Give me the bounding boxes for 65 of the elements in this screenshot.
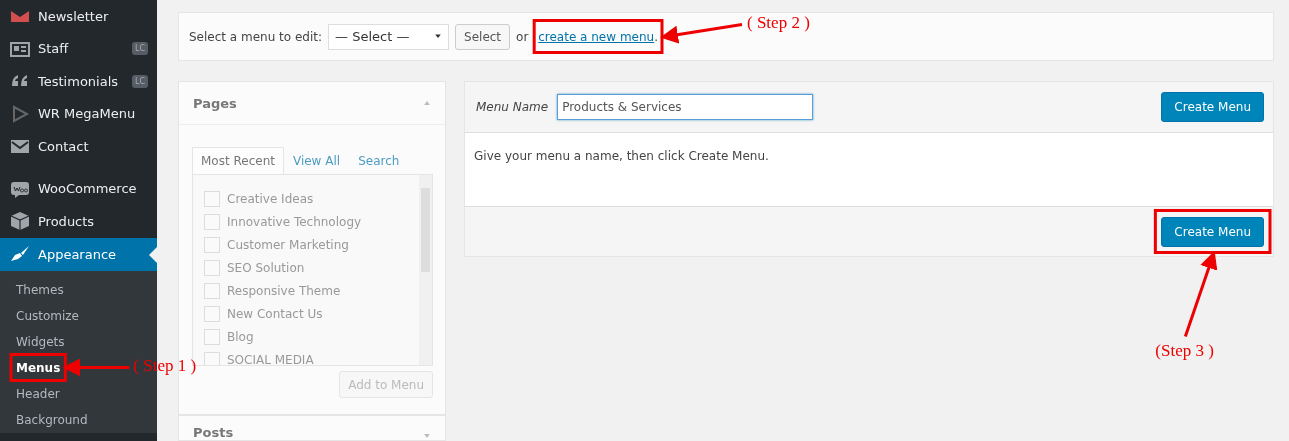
checkbox-label: Innovative Technology: [227, 214, 362, 229]
panel-title: Pages: [193, 95, 237, 111]
sidebar-item-label: Testimonials: [38, 73, 120, 89]
submenu-link[interactable]: Customize: [16, 307, 79, 324]
step-label: (Step 3 ): [1155, 340, 1214, 361]
sidebar-item-label: WooCommerce: [38, 181, 138, 197]
checkbox-label: Customer Marketing: [227, 237, 349, 252]
or-text: or: [516, 29, 529, 44]
expand-arrow-icon: [423, 432, 431, 440]
badge: LC: [131, 74, 148, 88]
play-icon: [10, 103, 30, 124]
sidebar-item[interactable]: Testimonials LC: [0, 65, 157, 98]
checkbox[interactable]: [204, 305, 220, 322]
checkbox[interactable]: [204, 259, 220, 276]
period-text: .: [654, 29, 658, 44]
checkbox[interactable]: [204, 213, 220, 230]
checkbox-label: Creative Ideas: [227, 191, 314, 206]
scrollbar[interactable]: [419, 175, 432, 365]
caret-icon: [434, 31, 443, 40]
checkbox-label: New Contact Us: [227, 306, 323, 321]
checkbox[interactable]: [204, 190, 220, 207]
sidebar-item-label: Newsletter: [38, 8, 110, 24]
checkbox[interactable]: [204, 282, 220, 299]
checkbox[interactable]: [204, 236, 220, 253]
box-icon: [10, 211, 30, 232]
create-menu-link[interactable]: create a new menu: [538, 29, 655, 44]
sidebar-item-label: Contact: [38, 138, 90, 154]
hint-text: Give your menu a name, then click Create Menu.: [474, 149, 769, 163]
checkbox[interactable]: [204, 328, 220, 345]
sidebar-item-label: Products: [38, 213, 96, 229]
checkbox[interactable]: [204, 351, 220, 365]
select-button[interactable]: Select: [455, 23, 511, 50]
submenu-link[interactable]: Menus: [16, 359, 61, 376]
checkbox-label: SEO Solution: [227, 260, 305, 275]
paintbrush-icon: [10, 244, 30, 264]
create-menu-button[interactable]: Create Menu: [1161, 92, 1264, 122]
menu-name-field[interactable]: Products & Services: [557, 94, 814, 120]
create-menu-button[interactable]: Create Menu: [1161, 216, 1264, 247]
collapse-arrow-icon: [423, 99, 431, 107]
sidebar-item[interactable]: Appearance: [0, 237, 157, 271]
sidebar-item[interactable]: Newsletter: [0, 0, 157, 33]
sidebar-item-label: WR MegaMenu: [38, 106, 137, 122]
submenu-link[interactable]: Widgets: [16, 333, 65, 350]
checkbox-label: SOCIAL MEDIA: [227, 352, 314, 365]
submenu-link[interactable]: Background: [16, 411, 88, 428]
field-label: Select a menu to edit:: [189, 29, 323, 44]
sidebar-item[interactable]: Products: [0, 205, 157, 238]
checkbox-label: Blog: [227, 329, 254, 344]
step-label: ( Step 2 ): [747, 12, 810, 33]
sidebar-item[interactable]: WR MegaMenu: [0, 97, 157, 130]
submenu-link[interactable]: Themes: [16, 281, 64, 298]
field-label: Menu Name: [476, 100, 549, 114]
sidebar-item-label: Appearance: [38, 246, 118, 262]
tab[interactable]: Most Recent: [192, 147, 284, 174]
checkbox-label: Responsive Theme: [227, 283, 341, 298]
sidebar-item[interactable]: WooCommerce: [0, 172, 157, 205]
badge: LC: [131, 42, 148, 56]
sidebar-item[interactable]: Contact: [0, 130, 157, 163]
sidebar-item[interactable]: Staff LC: [0, 32, 157, 65]
highlight-frame: [9, 353, 67, 382]
panel-title: Posts: [193, 425, 234, 440]
menu-dropdown[interactable]: — Select —: [328, 23, 450, 50]
sidebar-item-label: Staff: [38, 41, 70, 57]
submenu-link[interactable]: Header: [16, 385, 60, 402]
annotation-arrow: [62, 358, 130, 377]
